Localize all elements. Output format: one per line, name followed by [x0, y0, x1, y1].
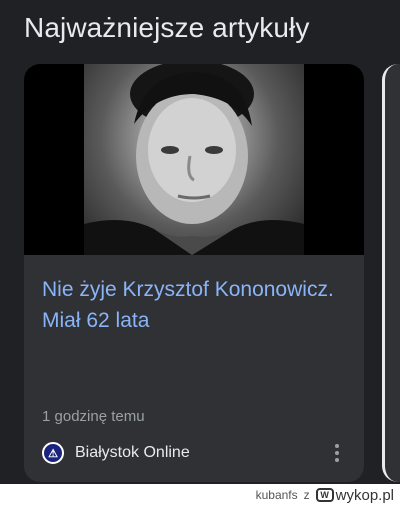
article-card[interactable]: Nie żyje Krzysztof Kononowicz. Miał 62 l… — [24, 64, 364, 482]
article-image[interactable] — [24, 64, 364, 255]
article-headline[interactable]: Nie żyje Krzysztof Kononowicz. Miał 62 l… — [42, 274, 346, 336]
next-article-card[interactable] — [382, 64, 400, 482]
source-row: ⚠ Białystok Online — [42, 440, 346, 466]
source-name: Białystok Online — [75, 444, 190, 461]
more-dot — [335, 451, 339, 455]
news-screen: Najważniejsze artykuły Nie żyje Krzyszto… — [0, 0, 400, 484]
portrait-illustration — [84, 64, 304, 255]
watermark-site: wykop.pl — [335, 486, 394, 504]
watermark-user: kubanfs — [255, 488, 298, 502]
bialystok-online-logo-icon: ⚠ — [42, 442, 64, 464]
article-photo — [84, 64, 304, 255]
more-dot — [335, 444, 339, 448]
watermark-connector: z — [303, 488, 310, 502]
more-vert-icon[interactable] — [326, 440, 348, 466]
section-title: Najważniejsze artykuły — [24, 12, 310, 43]
wykop-logo-icon: W — [315, 488, 334, 502]
wykop-logo: W wykop.pl — [315, 486, 394, 504]
article-time: 1 godzinę temu — [42, 408, 145, 425]
more-dot — [335, 458, 339, 462]
wykop-watermark: kubanfs z W wykop.pl — [256, 484, 394, 506]
